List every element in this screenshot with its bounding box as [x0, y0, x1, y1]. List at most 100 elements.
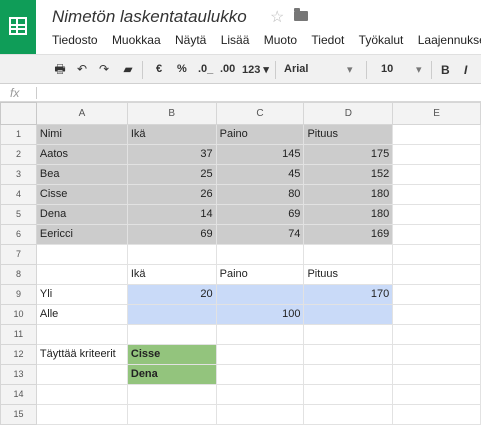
cell[interactable] — [126, 384, 217, 405]
cell[interactable]: 69 — [126, 224, 217, 245]
cell[interactable] — [35, 364, 128, 385]
cell[interactable]: Täyttää kriteerit — [35, 344, 128, 365]
cell[interactable] — [215, 244, 305, 265]
italic-button[interactable]: I — [464, 63, 467, 77]
cell[interactable] — [303, 244, 394, 265]
redo-icon[interactable]: ↷ — [98, 63, 110, 75]
folder-icon[interactable] — [294, 8, 308, 21]
cell[interactable] — [215, 284, 305, 305]
menu-edit[interactable]: Muokkaa — [112, 33, 161, 47]
cell[interactable] — [392, 304, 481, 325]
cell[interactable]: 26 — [126, 184, 217, 205]
row-header[interactable]: 14 — [0, 384, 37, 405]
cell[interactable] — [303, 384, 394, 405]
row-header[interactable]: 4 — [0, 184, 37, 205]
cell[interactable] — [35, 244, 128, 265]
cell[interactable] — [215, 324, 305, 345]
cell[interactable]: Cisse — [126, 344, 217, 365]
menu-insert[interactable]: Lisää — [221, 33, 250, 47]
cell[interactable] — [392, 144, 481, 165]
cell[interactable]: 175 — [303, 144, 394, 165]
menu-tools[interactable]: Työkalut — [359, 33, 404, 47]
cell[interactable]: Dena — [35, 204, 128, 225]
row-header[interactable]: 2 — [0, 144, 37, 165]
font-size-select[interactable]: 10 — [381, 63, 393, 75]
cell[interactable]: Cisse — [35, 184, 128, 205]
cell[interactable] — [215, 364, 305, 385]
cell[interactable] — [126, 304, 217, 325]
cell[interactable]: Yli — [35, 284, 128, 305]
row-header[interactable]: 11 — [0, 324, 37, 345]
cell[interactable] — [392, 184, 481, 205]
row-header[interactable]: 13 — [0, 364, 37, 385]
cell[interactable]: 20 — [126, 284, 217, 305]
cell[interactable]: Eericci — [35, 224, 128, 245]
cell[interactable]: 69 — [215, 204, 305, 225]
cell[interactable]: 180 — [303, 204, 394, 225]
more-formats-dropdown[interactable]: 123 ▾ — [242, 63, 269, 76]
font-size-chevron-icon[interactable]: ▾ — [416, 63, 422, 76]
menu-format[interactable]: Muoto — [264, 33, 297, 47]
cell[interactable] — [392, 244, 481, 265]
cell[interactable]: Aatos — [35, 144, 128, 165]
bold-button[interactable]: B — [441, 63, 450, 77]
menu-file[interactable]: Tiedosto — [52, 33, 98, 47]
cell[interactable]: 170 — [303, 284, 394, 305]
cell[interactable] — [392, 164, 481, 185]
cell[interactable] — [35, 264, 128, 285]
cell[interactable] — [392, 224, 481, 245]
row-header[interactable]: 1 — [0, 124, 37, 145]
row-header[interactable]: 15 — [0, 404, 37, 425]
cell[interactable]: Dena — [126, 364, 217, 385]
cell[interactable] — [35, 384, 128, 405]
cell[interactable] — [392, 204, 481, 225]
cell[interactable] — [126, 244, 217, 265]
row-header[interactable]: 3 — [0, 164, 37, 185]
increase-decimals-button[interactable]: .00 — [220, 63, 235, 75]
cell[interactable] — [215, 384, 305, 405]
cell[interactable]: Ikä — [126, 264, 217, 285]
cell[interactable] — [392, 364, 481, 385]
row-header[interactable]: 9 — [0, 284, 37, 305]
cell[interactable]: 80 — [215, 184, 305, 205]
cell[interactable] — [392, 344, 481, 365]
row-header[interactable]: 6 — [0, 224, 37, 245]
cell[interactable] — [392, 404, 481, 425]
cell[interactable] — [126, 404, 217, 425]
cell[interactable] — [303, 404, 394, 425]
column-header-d[interactable]: D — [303, 102, 394, 125]
row-header[interactable]: 7 — [0, 244, 37, 265]
menu-addons[interactable]: Laajennukset — [418, 33, 481, 47]
select-all-corner[interactable] — [0, 102, 37, 125]
cell[interactable] — [392, 284, 481, 305]
cell[interactable]: Nimi — [35, 124, 128, 145]
cell[interactable] — [392, 384, 481, 405]
column-header-a[interactable]: A — [35, 102, 128, 125]
row-header[interactable]: 8 — [0, 264, 37, 285]
row-header[interactable]: 5 — [0, 204, 37, 225]
cell[interactable]: 14 — [126, 204, 217, 225]
cell[interactable]: 74 — [215, 224, 305, 245]
cell[interactable]: 152 — [303, 164, 394, 185]
cell[interactable] — [392, 124, 481, 145]
row-header[interactable]: 10 — [0, 304, 37, 325]
cell[interactable]: Paino — [215, 264, 305, 285]
cell[interactable] — [303, 324, 394, 345]
cell[interactable] — [303, 304, 394, 325]
column-header-c[interactable]: C — [215, 102, 305, 125]
cell[interactable]: Bea — [35, 164, 128, 185]
font-dropdown-chevron-icon[interactable]: ▾ — [347, 63, 353, 76]
currency-format-button[interactable]: € — [156, 63, 162, 75]
undo-icon[interactable]: ↶ — [76, 63, 88, 75]
decrease-decimals-button[interactable]: .0_ — [198, 63, 213, 75]
cell[interactable]: 37 — [126, 144, 217, 165]
column-header-e[interactable]: E — [392, 102, 481, 125]
cell[interactable]: 169 — [303, 224, 394, 245]
column-header-b[interactable]: B — [126, 102, 217, 125]
row-header[interactable]: 12 — [0, 344, 37, 365]
cell[interactable]: Ikä — [126, 124, 217, 145]
cell[interactable] — [303, 344, 394, 365]
cell[interactable]: 25 — [126, 164, 217, 185]
cell[interactable] — [126, 324, 217, 345]
cell[interactable]: Alle — [35, 304, 128, 325]
